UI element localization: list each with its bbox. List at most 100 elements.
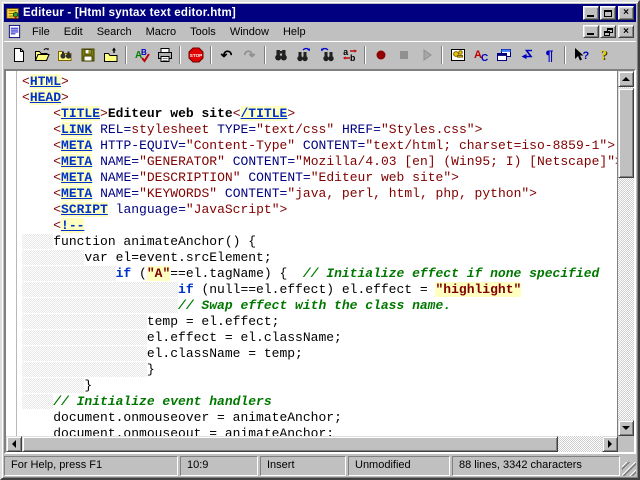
replace-icon: a b xyxy=(342,48,357,63)
undo-icon: ↶ xyxy=(220,46,233,63)
goto-button[interactable] xyxy=(515,44,538,66)
save-file-icon xyxy=(81,48,94,62)
svg-text:B: B xyxy=(141,48,147,57)
margin-line xyxy=(16,71,17,436)
macro-record-button[interactable] xyxy=(369,44,392,66)
show-paragraphs-button[interactable]: ¶ xyxy=(538,44,561,66)
spell-check-button[interactable]: A B xyxy=(130,44,153,66)
close-file-button[interactable] xyxy=(99,44,122,66)
preferences-button[interactable] xyxy=(446,44,469,66)
redo-button[interactable]: ↷ xyxy=(238,44,261,66)
open-file-button[interactable] xyxy=(30,44,53,66)
menu-bar: File Edit Search Macro Tools Window Help… xyxy=(4,22,636,41)
context-help-button[interactable]: ? xyxy=(569,44,592,66)
mdi-restore-icon xyxy=(603,27,613,36)
macro-play-button[interactable] xyxy=(415,44,438,66)
status-help-text: For Help, press F1 xyxy=(4,456,178,476)
status-bar: For Help, press F1 10:9 Insert Unmodifie… xyxy=(4,454,636,476)
print-icon xyxy=(157,48,172,62)
find-previous-button[interactable] xyxy=(315,44,338,66)
replace-button[interactable]: a b xyxy=(338,44,361,66)
code-line: <META HTTP-EQUIV="Content-Type" CONTENT=… xyxy=(53,138,615,153)
toolbar: A B STOP ↶ ↷ a b A C ¶ ? ? ? xyxy=(4,41,636,68)
code-line: function animateAnchor() { xyxy=(22,234,617,250)
editeur-window: Editeur - [Html syntax text editor.htm] … xyxy=(0,0,640,480)
editor-pane: <HTML> <HEAD> <TITLE>Editeur web site</TI… xyxy=(4,69,636,454)
save-file-button[interactable] xyxy=(76,44,99,66)
new-file-icon xyxy=(13,48,24,62)
document-icon[interactable] xyxy=(7,24,22,39)
help-button[interactable]: ? ? xyxy=(592,44,615,66)
minimize-button[interactable] xyxy=(583,6,599,20)
find-next-button[interactable] xyxy=(292,44,315,66)
cascade-windows-button[interactable] xyxy=(492,44,515,66)
undo-button[interactable]: ↶ xyxy=(215,44,238,66)
macro-stop-button[interactable] xyxy=(392,44,415,66)
macro-play-icon xyxy=(423,49,432,61)
toolbar-separator xyxy=(264,46,266,64)
redo-icon: ↷ xyxy=(243,46,256,63)
app-icon xyxy=(6,8,19,20)
mdi-close-button[interactable]: × xyxy=(618,25,634,38)
find-icon xyxy=(274,50,287,61)
code-line: <HTML> xyxy=(22,74,69,89)
scrollbar-corner xyxy=(618,436,634,452)
horizontal-scroll-thumb[interactable] xyxy=(22,436,558,452)
find-button[interactable] xyxy=(269,44,292,66)
code-line: var el=event.srcElement; xyxy=(22,250,617,266)
menu-help[interactable]: Help xyxy=(276,24,313,40)
vertical-scrollbar[interactable] xyxy=(618,71,634,436)
code-line: // Initialize event handlers xyxy=(22,394,617,410)
text-area[interactable]: <HTML> <HEAD> <TITLE>Editeur web site</TI… xyxy=(6,71,618,436)
print-button[interactable] xyxy=(153,44,176,66)
menu-edit[interactable]: Edit xyxy=(57,24,90,40)
code-line: temp = el.effect; xyxy=(22,314,617,330)
toolbar-separator xyxy=(364,46,366,64)
find-in-files-button[interactable] xyxy=(53,44,76,66)
close-button[interactable]: × xyxy=(618,6,634,20)
svg-text:?: ? xyxy=(582,50,589,62)
code-line: el.className = temp; xyxy=(22,346,617,362)
menu-window[interactable]: Window xyxy=(223,24,276,40)
scroll-up-button[interactable] xyxy=(618,71,634,87)
status-file-stats: 88 lines, 3342 characters xyxy=(452,456,620,476)
menu-macro[interactable]: Macro xyxy=(139,24,184,40)
svg-text:STOP: STOP xyxy=(189,53,201,58)
scroll-left-button[interactable] xyxy=(6,436,22,452)
goto-arrow-icon xyxy=(521,49,533,60)
cascade-windows-icon xyxy=(496,49,511,61)
mdi-restore-button[interactable] xyxy=(600,25,616,38)
code-line: if (null==el.effect) el.effect = "highli… xyxy=(22,282,617,298)
resize-grip[interactable] xyxy=(622,462,636,476)
arrow-up-icon xyxy=(622,73,630,81)
code-line: if ("A"==el.tagName) { // Initialize eff… xyxy=(22,266,617,282)
vertical-scroll-thumb[interactable] xyxy=(618,88,634,178)
code-line: el.effect = el.className; xyxy=(22,330,617,346)
preferences-icon xyxy=(450,49,465,61)
stop-sign-icon: STOP xyxy=(188,47,203,63)
macro-stop-icon xyxy=(399,51,408,59)
close-icon: × xyxy=(623,7,629,18)
pilcrow-icon: ¶ xyxy=(545,47,554,63)
syntax-colors-button[interactable]: A C xyxy=(469,44,492,66)
context-help-icon: ? xyxy=(574,48,589,62)
mdi-close-icon: × xyxy=(623,25,629,37)
code-line: <HEAD> xyxy=(22,90,69,105)
maximize-icon xyxy=(604,9,612,17)
scroll-down-button[interactable] xyxy=(618,420,634,436)
horizontal-scrollbar[interactable] xyxy=(6,436,618,452)
title-bar: Editeur - [Html syntax text editor.htm] … xyxy=(4,4,636,22)
mdi-minimize-icon xyxy=(587,33,594,35)
new-file-button[interactable] xyxy=(7,44,30,66)
menu-file[interactable]: File xyxy=(25,24,57,40)
code-line: <META NAME="DESCRIPTION" CONTENT="Editeu… xyxy=(53,170,459,185)
menu-tools[interactable]: Tools xyxy=(183,24,223,40)
arrow-right-icon xyxy=(608,440,616,448)
mdi-minimize-button[interactable] xyxy=(583,25,599,38)
menu-search[interactable]: Search xyxy=(90,24,139,40)
open-file-icon xyxy=(34,48,50,61)
status-modified-state: Unmodified xyxy=(348,456,450,476)
maximize-button[interactable] xyxy=(600,6,616,20)
stop-button[interactable]: STOP xyxy=(184,44,207,66)
scroll-right-button[interactable] xyxy=(602,436,618,452)
